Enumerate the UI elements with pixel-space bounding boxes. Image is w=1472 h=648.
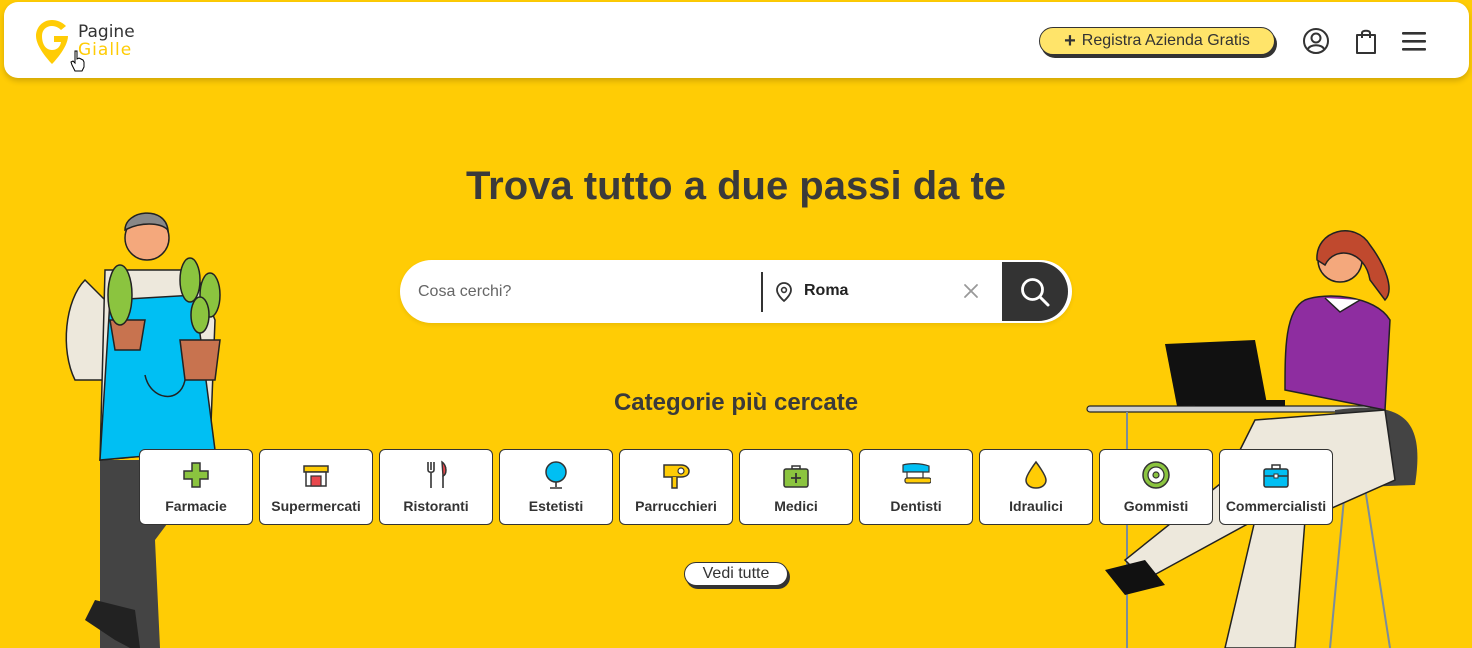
logo-pin-icon [36, 20, 68, 64]
category-label: Gommisti [1123, 498, 1189, 514]
categories-list: Farmacie Supermercati Ristoranti Estetis… [139, 449, 1333, 525]
search-bar: Roma [400, 260, 1072, 323]
category-medici[interactable]: Medici [739, 449, 853, 525]
shopping-bag-icon[interactable] [1351, 26, 1381, 56]
category-label: Dentisti [890, 498, 942, 514]
category-idraulici[interactable]: Idraulici [979, 449, 1093, 525]
tire-icon [1142, 461, 1170, 489]
close-icon[interactable] [962, 282, 980, 300]
category-commercialisti[interactable]: Commercialisti [1219, 449, 1333, 525]
category-ristoranti[interactable]: Ristoranti [379, 449, 493, 525]
category-label: Supermercati [271, 498, 361, 514]
category-label: Parrucchieri [635, 498, 717, 514]
category-label: Medici [774, 498, 818, 514]
hero-title: Trova tutto a due passi da te [465, 164, 1007, 208]
top-header: Pagine Gialle + Registra Azienda Gratis [4, 2, 1469, 78]
menu-icon[interactable] [1399, 26, 1429, 56]
mirror-icon [545, 461, 567, 489]
search-submit-button[interactable] [1002, 262, 1068, 321]
category-label: Idraulici [1009, 498, 1063, 514]
category-parrucchieri[interactable]: Parrucchieri [619, 449, 733, 525]
fork-knife-icon [427, 460, 447, 488]
search-icon [1021, 277, 1050, 306]
woman-with-laptop-illustration [1086, 230, 1418, 648]
see-all-categories-button[interactable]: Vedi tutte [684, 562, 788, 586]
medical-bag-icon [783, 465, 809, 488]
briefcase-icon [1263, 464, 1289, 488]
water-drop-icon [1025, 460, 1047, 489]
register-business-button[interactable]: + Registra Azienda Gratis [1039, 27, 1275, 55]
category-supermercati[interactable]: Supermercati [259, 449, 373, 525]
location-pin-icon [776, 282, 792, 303]
search-where-value[interactable]: Roma [804, 282, 848, 300]
category-label: Commercialisti [1225, 498, 1327, 514]
plus-icon: + [1064, 30, 1076, 52]
logo-text-pagine: Pagine [78, 22, 135, 42]
category-estetisti[interactable]: Estetisti [499, 449, 613, 525]
pagine-gialle-logo[interactable]: Pagine Gialle [34, 18, 144, 72]
logo-text-gialle: Gialle [78, 40, 133, 60]
man-with-plants-illustration [65, 212, 221, 648]
toothbrush-icon [902, 463, 931, 484]
category-dentisti[interactable]: Dentisti [859, 449, 973, 525]
category-farmacie[interactable]: Farmacie [139, 449, 253, 525]
category-label: Farmacie [165, 498, 227, 514]
search-divider [761, 272, 763, 312]
category-label: Estetisti [528, 498, 584, 514]
hair-dryer-icon [663, 464, 690, 489]
register-business-label: Registra Azienda Gratis [1081, 32, 1250, 49]
search-what-input[interactable] [418, 281, 748, 303]
category-gommisti[interactable]: Gommisti [1099, 449, 1213, 525]
category-label: Ristoranti [403, 498, 469, 514]
user-icon[interactable] [1301, 26, 1331, 56]
store-icon [303, 465, 329, 487]
categories-title: Categorie più cercate [613, 389, 859, 416]
hand-cursor-icon [70, 50, 85, 72]
pharmacy-cross-icon [183, 462, 209, 488]
